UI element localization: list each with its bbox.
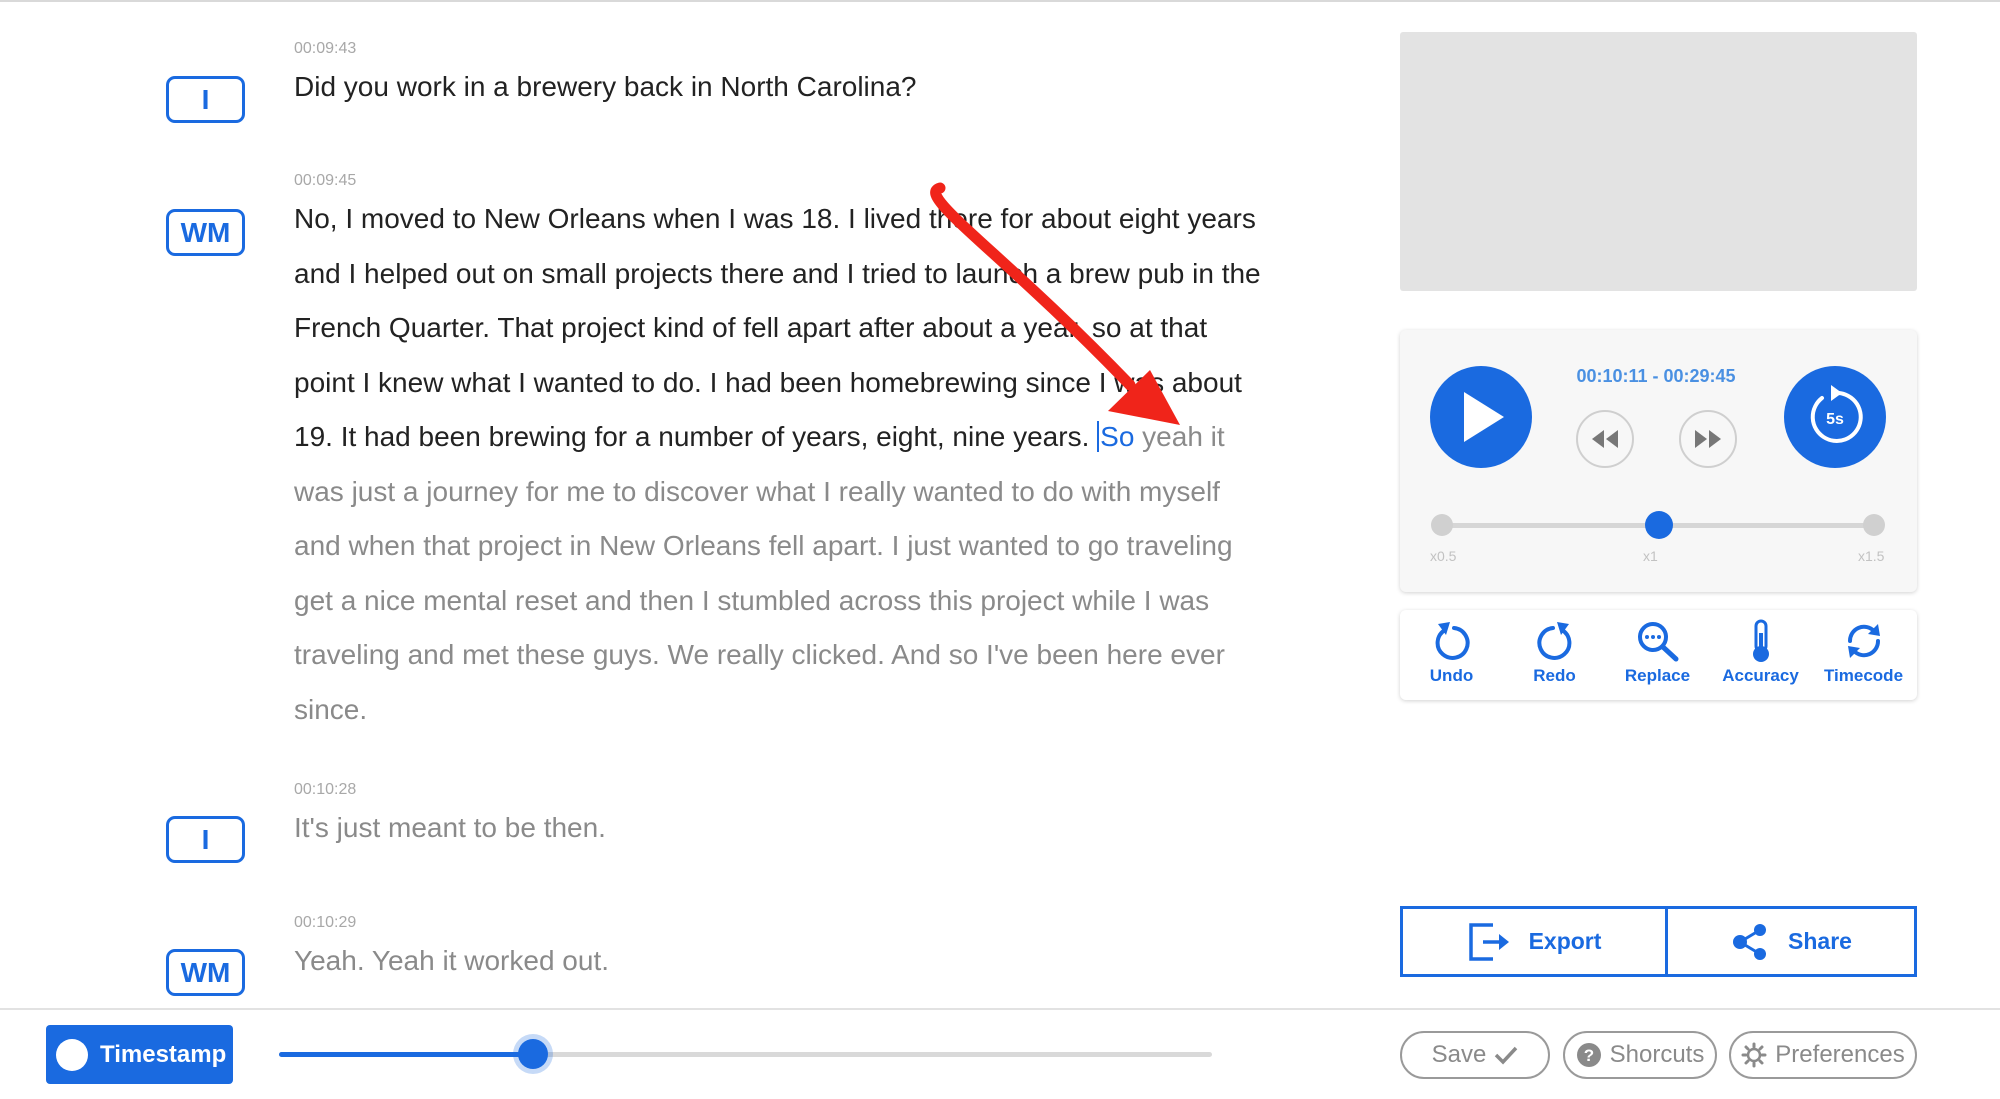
speaker-badge[interactable]: I — [166, 816, 245, 863]
redo-button[interactable]: Redo — [1503, 618, 1606, 698]
timestamp-button[interactable]: Timestamp — [46, 1025, 233, 1084]
speaker-badge[interactable]: WM — [166, 949, 245, 996]
undo-label: Undo — [1429, 666, 1474, 685]
export-label: Export — [1528, 928, 1602, 954]
speed-label: x1.5 — [1858, 548, 1885, 564]
replace-label: Replace — [1624, 666, 1691, 685]
replace-button[interactable]: Replace — [1606, 618, 1709, 698]
redo-label: Redo — [1533, 666, 1576, 685]
speed-slider-thumb[interactable] — [1645, 511, 1673, 539]
redo-icon — [1536, 622, 1571, 660]
help-icon: ? — [1576, 1043, 1601, 1067]
time-range: 00:10:11 - 00:29:45 — [1576, 366, 1736, 386]
save-button[interactable]: Save — [1400, 1031, 1550, 1079]
speed-label: x1 — [1643, 548, 1658, 564]
export-icon — [1468, 922, 1509, 961]
rewind-button[interactable] — [1576, 410, 1634, 468]
segment-timestamp[interactable]: 00:09:43 — [294, 40, 356, 58]
share-icon — [1733, 923, 1767, 960]
export-share-group: Export Share — [1400, 906, 1917, 977]
replay-5s-icon: 5s — [1810, 385, 1863, 443]
accuracy-button[interactable]: Accuracy — [1709, 618, 1812, 698]
segment-timestamp[interactable]: 00:09:45 — [294, 172, 356, 190]
speaker-badge[interactable]: WM — [166, 209, 245, 256]
timecode-button[interactable]: Timecode — [1812, 618, 1915, 698]
share-label: Share — [1788, 928, 1852, 954]
play-icon — [1464, 392, 1504, 442]
search-replace-icon — [1637, 622, 1678, 662]
speed-label: x0.5 — [1430, 548, 1457, 564]
speed-stop[interactable] — [1863, 514, 1885, 536]
segment-text[interactable]: Did you work in a brewery back in North … — [294, 60, 1274, 115]
editing-toolbar: Undo Redo Replace Accuracy Timecode — [1400, 610, 1917, 700]
speaker-badge[interactable]: I — [166, 76, 245, 123]
svg-text:?: ? — [1583, 1046, 1593, 1065]
rewind-icon — [1592, 430, 1618, 448]
shortcuts-label: Shorcuts — [1609, 1041, 1705, 1068]
export-button[interactable]: Export — [1400, 906, 1668, 977]
segment-text[interactable]: No, I moved to New Orleans when I was 18… — [294, 192, 1274, 737]
play-button[interactable] — [1430, 366, 1532, 468]
checkmark-icon — [1495, 1046, 1518, 1065]
preferences-button[interactable]: Preferences — [1729, 1031, 1917, 1079]
replay-5s-button[interactable]: 5s — [1784, 366, 1886, 468]
undo-button[interactable]: Undo — [1400, 618, 1503, 698]
timecode-sync-icon — [1847, 624, 1880, 658]
spoken-text: No, I moved to New Orleans when I was 18… — [294, 203, 1261, 452]
segment-timestamp[interactable]: 00:10:29 — [294, 914, 356, 932]
bottom-divider — [0, 1008, 2000, 1010]
segment-text[interactable]: It's just meant to be then. — [294, 801, 1274, 856]
share-button[interactable]: Share — [1665, 906, 1917, 977]
media-player: 00:10:11 - 00:29:45 5s x0.5 x1 x1.5 — [1400, 330, 1917, 592]
upcoming-text: yeah it was just a journey for me to dis… — [294, 421, 1233, 725]
preferences-label: Preferences — [1775, 1041, 1905, 1068]
playback-progress[interactable] — [279, 1039, 1212, 1069]
timestamp-dot-icon — [56, 1038, 88, 1071]
speed-stop[interactable] — [1431, 514, 1453, 536]
fast-forward-button[interactable] — [1679, 410, 1737, 468]
video-preview[interactable] — [1400, 32, 1917, 291]
accuracy-label: Accuracy — [1722, 666, 1799, 685]
progress-thumb[interactable] — [517, 1039, 548, 1069]
timecode-label: Timecode — [1823, 666, 1904, 685]
segment-timestamp[interactable]: 00:10:28 — [294, 781, 356, 799]
thermometer-icon — [1752, 619, 1769, 662]
save-label: Save — [1431, 1041, 1487, 1068]
timestamp-label: Timestamp — [100, 1040, 227, 1068]
progress-fill — [279, 1052, 533, 1057]
fast-forward-icon — [1695, 430, 1721, 448]
shortcuts-button[interactable]: ? Shorcuts — [1563, 1031, 1717, 1079]
replay-label: 5s — [1826, 411, 1844, 428]
top-divider — [0, 0, 2000, 2]
segment-text[interactable]: Yeah. Yeah it worked out. — [294, 934, 1274, 989]
undo-icon — [1435, 622, 1470, 660]
cursor-word: So — [1097, 421, 1135, 452]
gear-icon — [1741, 1042, 1767, 1068]
